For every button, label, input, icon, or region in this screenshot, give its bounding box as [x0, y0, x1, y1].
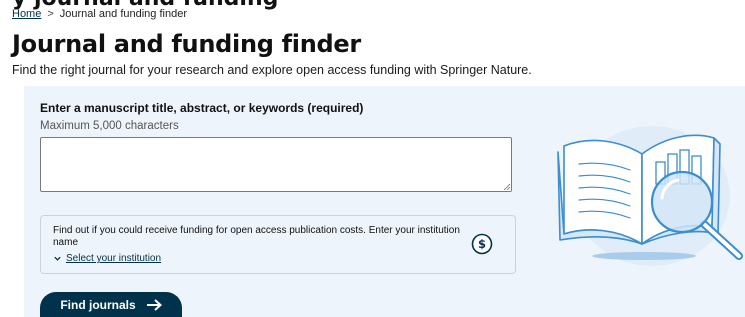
dollar-circle-icon: $ — [471, 233, 493, 255]
manuscript-field-hint: Maximum 5,000 characters — [40, 120, 179, 132]
book-magnifier-illustration — [557, 126, 743, 266]
arrow-right-icon — [146, 298, 162, 311]
manuscript-textarea[interactable] — [40, 137, 512, 192]
breadcrumb: Home > Journal and funding finder — [12, 8, 187, 20]
page-subtitle: Find the right journal for your research… — [12, 63, 532, 77]
breadcrumb-current: Journal and funding finder — [59, 8, 187, 20]
finder-panel: Enter a manuscript title, abstract, or k… — [24, 86, 745, 317]
funding-box: Find out if you could receive funding fo… — [40, 215, 516, 274]
breadcrumb-separator: > — [47, 8, 54, 20]
resize-grip-icon[interactable] — [504, 184, 510, 190]
chevron-down-icon — [54, 256, 61, 261]
find-journals-button[interactable]: Find journals — [40, 292, 182, 317]
find-journals-label: Find journals — [60, 297, 136, 312]
breadcrumb-home-link[interactable]: Home — [12, 8, 41, 20]
page-title: Journal and funding finder — [12, 30, 361, 58]
svg-text:$: $ — [478, 237, 486, 251]
select-institution-label[interactable]: Select your institution — [66, 253, 161, 264]
select-institution-toggle[interactable]: Select your institution — [53, 253, 161, 264]
manuscript-field-label: Enter a manuscript title, abstract, or k… — [40, 101, 364, 115]
funding-description: Find out if you could receive funding fo… — [53, 225, 460, 248]
